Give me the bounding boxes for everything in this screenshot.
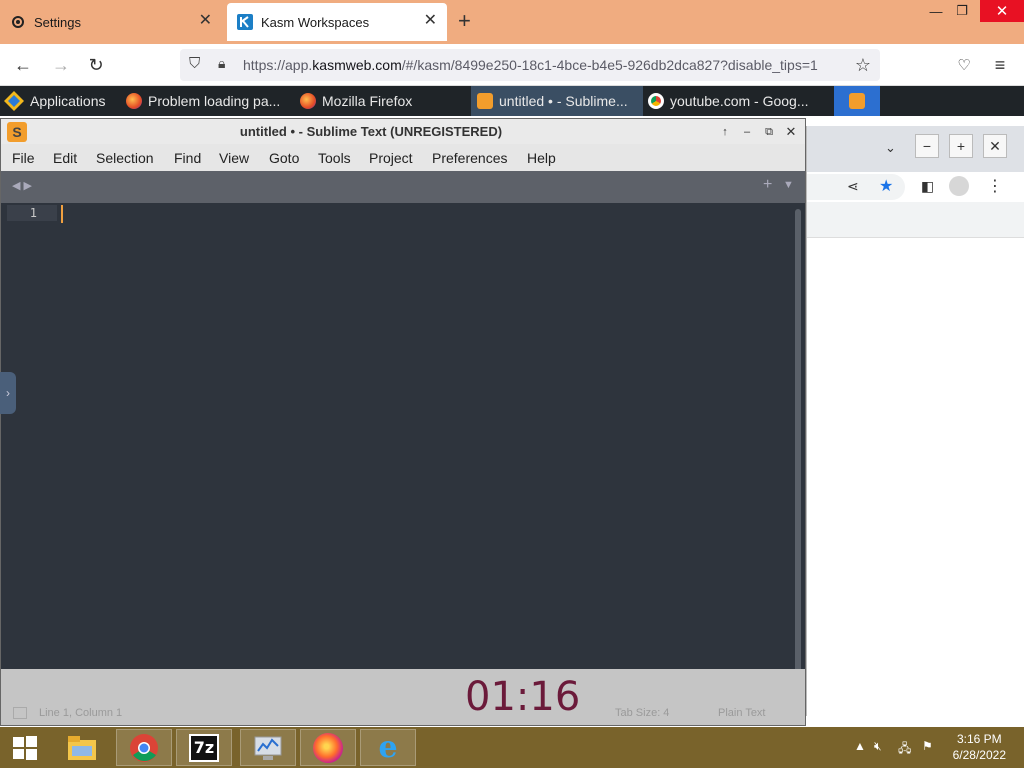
7zip-icon[interactable]: 7z	[176, 729, 232, 766]
tab-settings[interactable]: Settings ✕	[0, 0, 222, 44]
back-icon[interactable]: ←	[10, 52, 36, 78]
windows-start-icon[interactable]	[0, 729, 50, 766]
clock-date: 6/28/2022	[952, 748, 1006, 762]
remote-desktop[interactable]: Applications Problem loading pa... Mozil…	[0, 86, 1024, 768]
maximize-icon[interactable]: ⧉	[761, 124, 777, 140]
firefox-icon	[300, 93, 316, 109]
vertical-scrollbar[interactable]	[795, 209, 801, 699]
tab-dropdown-icon[interactable]: ▼	[783, 179, 794, 191]
task-sublime[interactable]: untitled • - Sublime...	[471, 86, 643, 116]
restore-icon[interactable]: ❐	[946, 0, 978, 22]
kasm-logo-icon	[237, 14, 253, 30]
menu-goto[interactable]: Goto	[269, 150, 299, 166]
system-clock[interactable]: 3:16 PM 6/28/2022	[953, 731, 1006, 763]
tab-nav-arrows-icon[interactable]: ◀ ▶	[12, 179, 32, 192]
menu-project[interactable]: Project	[369, 150, 413, 166]
menu-selection[interactable]: Selection	[96, 150, 154, 166]
kebab-menu-icon[interactable]: ⋮	[987, 176, 1003, 196]
window-close-button[interactable]: ✕	[980, 0, 1024, 22]
forward-icon[interactable]: →	[48, 52, 74, 78]
xfce-logo-icon	[2, 89, 26, 113]
menu-bar: File Edit Selection Find View Goto Tools…	[1, 144, 805, 171]
sublime-icon	[477, 93, 493, 109]
workspace-switcher[interactable]	[834, 86, 880, 116]
task-mozilla-firefox[interactable]: Mozilla Firefox	[300, 86, 412, 116]
xfce-panel: Applications Problem loading pa... Mozil…	[0, 86, 1024, 116]
status-syntax[interactable]: Plain Text	[718, 707, 766, 719]
speaker-muted-icon[interactable]: 🔇︎	[874, 739, 882, 754]
url-bar[interactable]: ⛉ 🔒︎ https://app.kasmweb.com/#/kasm/8499…	[180, 49, 880, 81]
chrome-window[interactable]: ⌄ − + ✕ ⋖ ★ ◧ ⋮	[806, 126, 1024, 716]
editor-area[interactable]: 1	[1, 203, 805, 699]
network-monitor-icon[interactable]	[240, 729, 296, 766]
task-youtube-chrome[interactable]: youtube.com - Goog...	[648, 86, 809, 116]
status-position: Line 1, Column 1	[39, 707, 123, 719]
file-explorer-icon[interactable]	[54, 729, 110, 766]
menu-edit[interactable]: Edit	[53, 150, 77, 166]
tab-bar: ◀ ▶ + ▼	[1, 171, 805, 203]
minimize-icon[interactable]: –	[739, 124, 755, 140]
menu-find[interactable]: Find	[174, 150, 201, 166]
close-icon[interactable]: ✕	[783, 124, 799, 140]
shield-icon[interactable]: ⛉	[189, 55, 200, 72]
chrome-maximize-button[interactable]: +	[949, 134, 973, 158]
new-tab-button[interactable]: +	[458, 10, 471, 32]
sublime-icon	[849, 93, 865, 109]
browser-tab-strip: Settings ✕ Kasm Workspaces ✕ + — ❐ ✕	[0, 0, 1024, 44]
text-caret	[61, 205, 63, 223]
action-center-icon[interactable]: ⚑	[922, 739, 933, 753]
share-icon[interactable]: ⋖	[847, 178, 859, 195]
panel-toggle-icon[interactable]	[13, 707, 27, 719]
chevron-down-icon[interactable]: ⌄	[885, 140, 896, 156]
chrome-close-button[interactable]: ✕	[983, 134, 1007, 158]
tab-kasm-workspaces[interactable]: Kasm Workspaces ✕	[227, 3, 447, 41]
tab-label: Kasm Workspaces	[261, 14, 370, 30]
task-problem-loading[interactable]: Problem loading pa...	[126, 86, 280, 116]
window-title: untitled • - Sublime Text (UNREGISTERED)	[239, 124, 503, 139]
bookmark-star-icon[interactable]: ☆	[850, 52, 876, 78]
status-tab-size[interactable]: Tab Size: 4	[615, 707, 669, 719]
browser-toolbar: ← → ↻ ⛉ 🔒︎ https://app.kasmweb.com/#/kas…	[0, 44, 1024, 86]
new-tab-plus-icon[interactable]: +	[763, 176, 772, 194]
menu-tools[interactable]: Tools	[318, 150, 351, 166]
menu-preferences[interactable]: Preferences	[432, 150, 507, 166]
url-text[interactable]: https://app.kasmweb.com/#/kasm/8499e250-…	[243, 57, 818, 73]
firefox-icon[interactable]	[300, 729, 356, 766]
bookmark-star-icon[interactable]: ★	[879, 176, 893, 196]
bottom-overlay: 01:16 Line 1, Column 1 Tab Size: 4 Plain…	[1, 669, 805, 725]
chrome-bookmarks-bar	[807, 202, 1024, 238]
network-icon[interactable]: 🖧︎	[898, 739, 911, 760]
tray-expand-icon[interactable]: ▲	[854, 739, 866, 753]
chrome-titlebar: ⌄ − + ✕	[807, 126, 1024, 172]
sublime-titlebar[interactable]: S untitled • - Sublime Text (UNREGISTERE…	[1, 119, 805, 144]
tab-label: Settings	[34, 14, 81, 30]
pocket-icon[interactable]: ♡	[951, 52, 977, 78]
reload-icon[interactable]: ↻	[83, 52, 109, 78]
sublime-window[interactable]: S untitled • - Sublime Text (UNREGISTERE…	[0, 118, 806, 726]
clock-time: 3:16 PM	[956, 732, 1002, 746]
side-panel-icon[interactable]: ◧	[921, 178, 934, 195]
profile-avatar-icon[interactable]	[949, 176, 969, 196]
firefox-icon	[126, 93, 142, 109]
kasm-control-panel-handle[interactable]: ›	[0, 372, 16, 414]
chrome-minimize-button[interactable]: −	[915, 134, 939, 158]
menu-view[interactable]: View	[219, 150, 249, 166]
close-tab-icon[interactable]: ✕	[199, 13, 212, 29]
chrome-toolbar: ⋖ ★ ◧ ⋮	[807, 172, 1024, 202]
status-bar: Line 1, Column 1 Tab Size: 4 Plain Text	[1, 701, 805, 725]
shade-icon[interactable]: ↑	[717, 124, 733, 140]
menu-file[interactable]: File	[12, 150, 35, 166]
gear-icon	[10, 14, 26, 30]
chrome-icon	[648, 93, 664, 109]
chrome-icon[interactable]	[116, 729, 172, 766]
lock-icon[interactable]: 🔒︎	[218, 55, 225, 72]
internet-explorer-icon[interactable]: e	[360, 729, 416, 766]
menu-icon[interactable]: ≡	[987, 52, 1013, 78]
close-tab-icon[interactable]: ✕	[424, 13, 437, 29]
line-number: 1	[7, 205, 57, 221]
menu-help[interactable]: Help	[527, 150, 556, 166]
applications-menu[interactable]: Applications	[2, 86, 106, 116]
windows-taskbar: 7z e ▲ 🔇︎ 🖧︎ ⚑ 3:16 PM 6/28/2022	[0, 727, 1024, 768]
